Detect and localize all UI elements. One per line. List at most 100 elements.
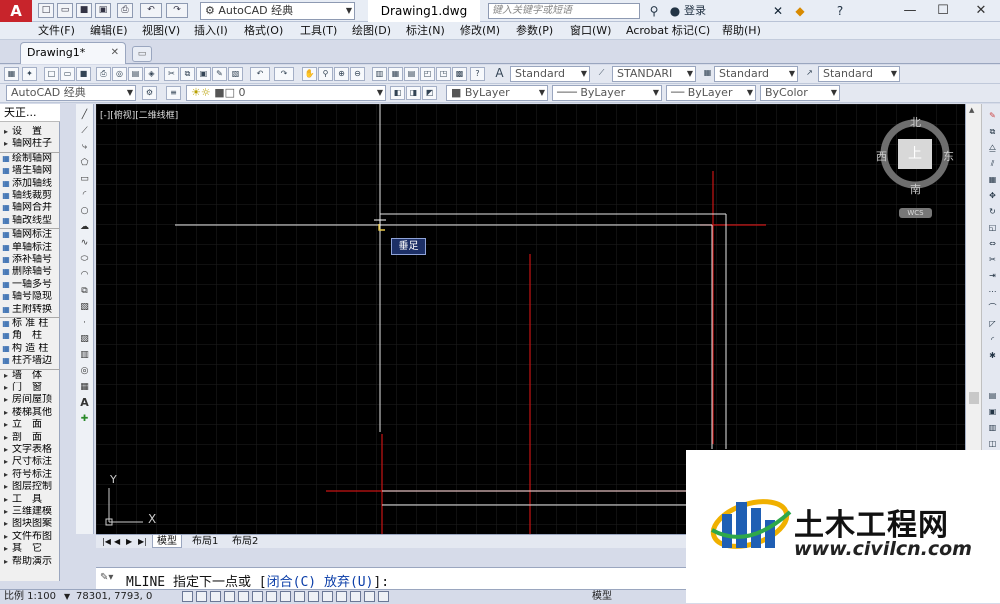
fillet-icon[interactable]: ◜ (986, 334, 999, 346)
panel-command[interactable]: ▦ 标 准 柱 (0, 318, 60, 330)
panel-section[interactable]: ▸ 文字表格 (0, 444, 60, 456)
quick-properties-icon[interactable] (350, 591, 361, 602)
snap-mode-icon[interactable] (196, 591, 207, 602)
insert-block-icon[interactable]: ⧉ (77, 284, 92, 298)
annotation-monitor-icon[interactable] (378, 591, 389, 602)
menu-item-help[interactable]: 帮助(H) (722, 24, 761, 38)
ellipse-icon[interactable]: ⬭ (77, 252, 92, 266)
rectangle-icon[interactable]: ▭ (77, 172, 92, 186)
new-file-icon[interactable]: □ (38, 3, 54, 18)
panel-section[interactable]: ▸ 三维建模 (0, 506, 60, 518)
grid-display-icon[interactable] (210, 591, 221, 602)
text-style-dropdown[interactable]: Standard ▼ (510, 66, 590, 82)
properties-icon[interactable]: ▥ (372, 67, 387, 81)
save-as-icon[interactable]: ▣ (95, 3, 111, 18)
cut-icon[interactable]: ✂ (164, 67, 179, 81)
redo-icon[interactable]: ↷ (274, 67, 294, 81)
3d-object-snap-icon[interactable] (266, 591, 277, 602)
search-input[interactable]: 键入关键字或短语 (488, 3, 640, 19)
layer-states-icon[interactable]: ◩ (422, 86, 437, 100)
menu-item-acrobat[interactable]: Acrobat 标记(C) (626, 24, 710, 38)
group-icon[interactable]: ▣ (986, 406, 999, 418)
panel-section[interactable]: ▸ 尺寸标注 (0, 456, 60, 468)
design-center-icon[interactable]: ▦ (388, 67, 403, 81)
zoom-window-icon[interactable]: ⊕ (334, 67, 349, 81)
plot-icon[interactable]: ⎙ (96, 67, 111, 81)
menu-item-tools[interactable]: 工具(T) (300, 24, 337, 38)
transparency-icon[interactable] (336, 591, 347, 602)
make-block-icon[interactable]: ▧ (77, 300, 92, 314)
panel-section[interactable]: ▸ 立 面 (0, 419, 60, 431)
panel-command[interactable]: ▦ 添补轴号 (0, 254, 60, 266)
exchange-icon[interactable]: ✕ (770, 3, 786, 19)
polar-tracking-icon[interactable] (238, 591, 249, 602)
publish-icon[interactable]: ▤ (128, 67, 143, 81)
save-icon[interactable]: ■ (76, 3, 92, 18)
panel-section[interactable]: ▸ 帮助演示 (0, 556, 60, 568)
panel-command[interactable]: ▦ 轴线裁剪 (0, 190, 60, 202)
array-icon[interactable]: ▦ (986, 174, 999, 186)
lineweight-dropdown[interactable]: ── ByLayer ▼ (666, 85, 756, 101)
workspace-dropdown-2[interactable]: AutoCAD 经典 ▼ (6, 85, 136, 101)
explode-icon[interactable]: ✱ (986, 350, 999, 362)
mleader-style-dropdown[interactable]: Standard ▼ (818, 66, 900, 82)
panel-section[interactable]: ▸ 设 置 (0, 126, 60, 138)
copy-icon[interactable]: ⧉ (180, 67, 195, 81)
model-space-toggle[interactable]: 模型 (592, 590, 612, 604)
viewcube-top-face[interactable]: 上 (898, 139, 932, 169)
paste-icon[interactable]: ▣ (196, 67, 211, 81)
panel-section[interactable]: ▸ 文件布图 (0, 531, 60, 543)
panel-command[interactable]: ▦ 轴网标注 (0, 229, 60, 241)
circle-icon[interactable]: ○ (77, 204, 92, 218)
chamfer-icon[interactable]: ◸ (986, 318, 999, 330)
panel-section[interactable]: ▸ 轴网柱子 (0, 138, 60, 150)
application-menu-button[interactable]: A (0, 0, 32, 22)
menu-item-view[interactable]: 视图(V) (142, 24, 180, 38)
panel-command[interactable]: ▦ 轴改线型 (0, 215, 60, 227)
chevron-down-icon[interactable]: ▼ (64, 590, 70, 604)
menu-item-insert[interactable]: 插入(I) (194, 24, 228, 38)
tab-layout1[interactable]: 布局1 (188, 535, 222, 548)
polyline-icon[interactable]: ⤷ (77, 140, 92, 154)
panel-command[interactable]: ▦ 构 造 柱 (0, 343, 60, 355)
zoom-previous-icon[interactable]: ⊖ (350, 67, 365, 81)
layer-icon[interactable]: ◫ (986, 438, 999, 450)
layer-dropdown[interactable]: ☀☼ ■□ 0 ▼ (186, 85, 386, 101)
panel-section[interactable]: ▸ 图层控制 (0, 481, 60, 493)
binoculars-icon[interactable]: ⚲ (646, 3, 662, 19)
open-icon[interactable]: ▭ (60, 67, 75, 81)
mirror-icon[interactable]: ⧋ (986, 142, 999, 154)
workspace-dropdown[interactable]: ⚙ AutoCAD 经典 ▼ (200, 2, 355, 20)
panel-section[interactable]: ▸ 墙 体 (0, 370, 60, 382)
autodesk-360-icon[interactable]: ◆ (792, 3, 808, 19)
panel-command[interactable]: ▦ 添加轴线 (0, 178, 60, 190)
menu-item-draw[interactable]: 绘图(D) (352, 24, 391, 38)
make-current-layer-icon[interactable]: ◧ (390, 86, 405, 100)
match-properties-icon[interactable]: ✎ (212, 67, 227, 81)
undo-icon[interactable]: ↶ (140, 3, 162, 18)
offset-icon[interactable]: ⫽ (986, 158, 999, 170)
panel-command[interactable]: ▦ 角 柱 (0, 330, 60, 342)
minimize-icon[interactable]: — (895, 0, 925, 22)
panel-section[interactable]: ▸ 门 窗 (0, 382, 60, 394)
tangent-app-icon[interactable]: ▦ (4, 67, 19, 81)
new-tab-button[interactable]: ▭ (132, 46, 152, 62)
panel-command[interactable]: ▦ 绘制轴网 (0, 153, 60, 165)
calculator-icon[interactable]: ▩ (452, 67, 467, 81)
extend-icon[interactable]: ⇥ (986, 270, 999, 282)
menu-item-parametric[interactable]: 参数(P) (516, 24, 553, 38)
panel-command[interactable]: ▦ 主附转换 (0, 304, 60, 316)
construction-line-icon[interactable]: ⟋ (77, 124, 92, 138)
help-icon[interactable]: ? (832, 3, 848, 19)
panel-command[interactable]: ▦ 轴号隐现 (0, 291, 60, 303)
layer-previous-icon[interactable]: ◨ (406, 86, 421, 100)
menu-item-format[interactable]: 格式(O) (244, 24, 283, 38)
panel-section[interactable]: ▸ 房间屋顶 (0, 394, 60, 406)
panel-command[interactable]: ▦ 柱齐墙边 (0, 355, 60, 367)
panel-section[interactable]: ▸ 工 具 (0, 494, 60, 506)
pan-icon[interactable]: ✋ (302, 67, 317, 81)
panel-command[interactable]: ▦ 轴网合并 (0, 202, 60, 214)
panel-title[interactable]: 天正... (0, 104, 60, 122)
menu-item-edit[interactable]: 编辑(E) (90, 24, 128, 38)
markup-icon[interactable]: ◳ (436, 67, 451, 81)
